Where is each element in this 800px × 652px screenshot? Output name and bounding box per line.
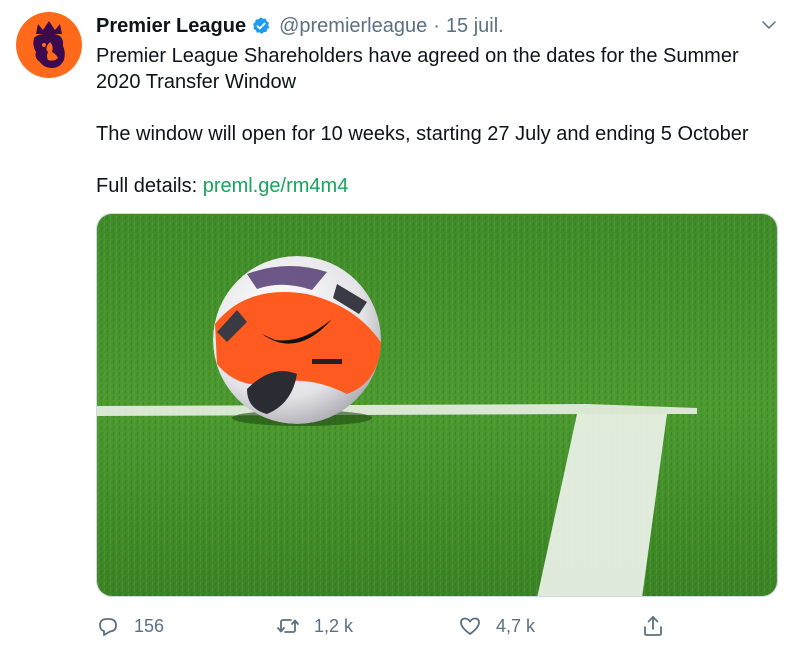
- verified-badge-icon: [253, 17, 270, 34]
- tweet: Premier League @premierleague · 15 juil.…: [0, 0, 800, 652]
- details-prefix: Full details:: [96, 175, 203, 197]
- retweet-count: 1,2 k: [314, 615, 354, 636]
- premier-league-lion-icon: [33, 21, 65, 68]
- tweet-text-line1: Premier League Shareholders have agreed …: [96, 45, 739, 93]
- timestamp[interactable]: 15 juil.: [446, 15, 504, 38]
- like-button[interactable]: 4,7 k: [458, 610, 535, 642]
- tweet-text: Premier League Shareholders have agreed …: [96, 43, 786, 199]
- tweet-actions: 156 1,2 k 4,7 k: [96, 610, 696, 642]
- display-name[interactable]: Premier League: [96, 15, 246, 38]
- retweet-icon: [277, 619, 299, 633]
- heart-icon: [460, 617, 480, 635]
- share-icon: [644, 616, 662, 636]
- details-link[interactable]: preml.ge/rm4m4: [203, 175, 349, 197]
- retweet-button[interactable]: 1,2 k: [276, 610, 353, 642]
- reply-bubble-icon: [99, 618, 117, 636]
- avatar[interactable]: [16, 12, 82, 78]
- tweet-text-line2: The window will open for 10 weeks, start…: [96, 123, 749, 145]
- share-button[interactable]: [641, 610, 665, 642]
- tweet-image[interactable]: [96, 213, 778, 597]
- reply-count: 156: [134, 615, 165, 636]
- separator: ·: [433, 14, 440, 37]
- like-count: 4,7 k: [496, 615, 536, 636]
- tweet-text-details: Full details: preml.ge/rm4m4: [96, 173, 786, 199]
- football-on-pitch-image: [97, 214, 777, 596]
- reply-button[interactable]: 156: [96, 610, 164, 642]
- tweet-header: Premier League @premierleague · 15 juil.: [96, 13, 504, 39]
- chevron-down-icon[interactable]: [760, 16, 778, 34]
- handle[interactable]: @premierleague: [279, 15, 427, 38]
